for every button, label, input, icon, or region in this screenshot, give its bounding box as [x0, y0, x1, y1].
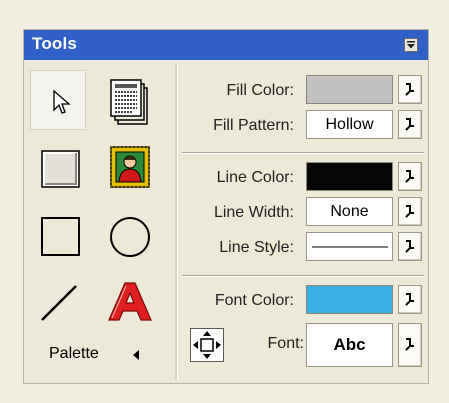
dropdown-arrow-icon: [405, 205, 414, 218]
arrow-left-icon[interactable]: [132, 350, 140, 360]
panel-title: Tools: [32, 34, 78, 53]
ellipse-icon: [110, 217, 150, 257]
fill-color-swatch[interactable]: [306, 75, 393, 104]
rectangle-icon: [41, 217, 80, 256]
fill-color-label: Fill Color:: [226, 82, 294, 99]
collapse-icon: [407, 41, 415, 49]
picture-icon: [110, 146, 150, 188]
dropdown-arrow-icon: [405, 170, 414, 183]
text-tool[interactable]: [102, 271, 158, 331]
font-color-dropdown[interactable]: [398, 285, 422, 314]
collapse-button[interactable]: [404, 38, 418, 52]
dropdown-arrow-icon: [405, 118, 414, 131]
section-divider: [182, 152, 424, 154]
picture-tool[interactable]: [102, 138, 158, 198]
line-tool[interactable]: [30, 271, 86, 331]
font-color-swatch[interactable]: [306, 285, 393, 314]
pointer-icon: [53, 89, 71, 114]
tools-titlebar[interactable]: Tools: [24, 30, 428, 60]
line-width-label: Line Width:: [213, 204, 294, 221]
font-label: Font:: [267, 335, 304, 352]
line-color-dropdown[interactable]: [398, 162, 422, 191]
tools-panel: Tools Palette Fill Color: Fill Pattern: …: [23, 29, 429, 384]
fill-color-dropdown[interactable]: [398, 75, 422, 104]
palette-label[interactable]: Palette: [49, 345, 99, 363]
font-dropdown[interactable]: [398, 323, 422, 367]
line-color-swatch[interactable]: [306, 162, 393, 191]
document-tool[interactable]: [102, 70, 158, 130]
dropdown-arrow-icon: [405, 338, 414, 351]
rectangle-tool[interactable]: [30, 205, 86, 265]
raised-button-icon: [41, 150, 80, 188]
solid-line-sample: [311, 246, 388, 247]
line-color-label: Line Color:: [216, 169, 294, 186]
document-icon: [110, 79, 148, 125]
line-style-dropdown[interactable]: [398, 232, 422, 261]
text-tool-icon: [108, 282, 152, 321]
line-style-label: Line Style:: [219, 239, 294, 256]
fill-pattern-value[interactable]: Hollow: [306, 110, 393, 139]
pointer-tool[interactable]: [30, 70, 86, 130]
line-icon: [41, 285, 77, 321]
line-style-value[interactable]: [306, 232, 393, 261]
font-color-label: Font Color:: [214, 292, 294, 309]
line-width-dropdown[interactable]: [398, 197, 422, 226]
dropdown-arrow-icon: [405, 293, 414, 306]
fill-pattern-dropdown[interactable]: [398, 110, 422, 139]
font-value[interactable]: Abc: [306, 323, 393, 367]
line-width-value[interactable]: None: [306, 197, 393, 226]
section-divider: [182, 275, 424, 277]
raised-button-tool[interactable]: [30, 138, 86, 198]
ellipse-tool[interactable]: [102, 205, 158, 265]
dropdown-arrow-icon: [405, 83, 414, 96]
fill-pattern-label: Fill Pattern:: [213, 117, 294, 134]
vertical-divider: [175, 64, 178, 380]
dropdown-arrow-icon: [405, 240, 414, 253]
